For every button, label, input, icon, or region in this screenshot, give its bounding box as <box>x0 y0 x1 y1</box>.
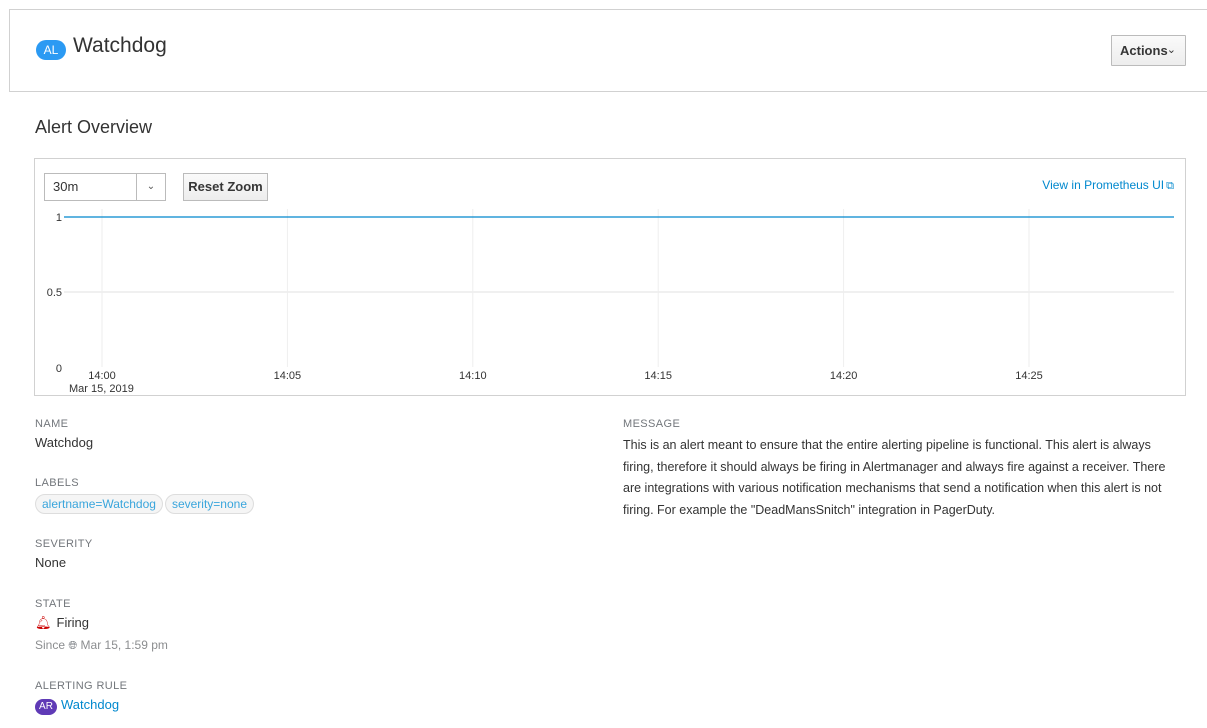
alerting-rule-row: AR Watchdog <box>35 697 127 715</box>
label-severity[interactable]: severity=none <box>164 494 254 514</box>
x-tick-date-label: Mar 15, 2019 <box>69 383 134 395</box>
prometheus-link-label: View in Prometheus UI <box>1042 178 1165 192</box>
message-section: Message This is an alert meant to ensure… <box>623 418 1183 521</box>
section-title: Alert Overview <box>35 117 153 137</box>
globe-icon: 🌐︎ <box>68 640 78 652</box>
message-label: Message <box>623 418 681 430</box>
alert-resource-badge: AL <box>36 40 66 60</box>
alerting-rule-badge: AR <box>35 699 57 715</box>
x-tick-label: 14:10 <box>459 370 487 382</box>
bell-icon: 🔔︎ <box>35 615 52 630</box>
name-value: Watchdog <box>35 435 94 450</box>
since-value: Mar 15, 1:59 pm <box>80 638 168 652</box>
prometheus-ui-link[interactable]: View in Prometheus UI ⧉ <box>1042 178 1174 193</box>
since-prefix: Since <box>35 638 66 652</box>
state-group: State 🔔︎ Firing Since 🌐︎ Mar 15, 1:59 pm <box>35 598 168 653</box>
severity-value: None <box>35 555 67 570</box>
state-value: Firing <box>56 615 90 630</box>
alerting-rule-label: Alerting Rule <box>35 680 128 692</box>
reset-zoom-button[interactable]: Reset Zoom <box>183 173 268 201</box>
alerting-rule-group: Alerting Rule AR Watchdog <box>35 680 127 715</box>
chevron-down-icon: ⌄ <box>1166 44 1176 56</box>
graph-card: 0 0.5 1 14:00 14:05 14:10 14:15 14:20 14:25 Mar 1… <box>34 158 1186 396</box>
name-label: Name <box>35 418 69 430</box>
severity-group: Severity None <box>35 538 93 570</box>
x-tick-label: 14:20 <box>830 370 858 382</box>
y-tick-label: 0 <box>56 363 62 375</box>
time-range-dropdown[interactable]: 30m ⌄ <box>44 173 166 201</box>
severity-label: Severity <box>35 538 93 550</box>
labels-label: Labels <box>35 477 79 489</box>
since-row: Since 🌐︎ Mar 15, 1:59 pm <box>35 638 168 653</box>
actions-label: Actions <box>1120 43 1168 58</box>
alerting-rule-link[interactable]: Watchdog <box>61 697 119 712</box>
page-header: AL Watchdog Actions ⌄ <box>9 9 1207 92</box>
x-tick-label: 14:00 <box>88 370 116 382</box>
actions-button[interactable]: Actions ⌄ <box>1111 35 1186 66</box>
x-tick-label: 14:25 <box>1015 370 1043 382</box>
y-tick-label: 0.5 <box>47 287 62 299</box>
time-range-value: 30m <box>53 179 79 194</box>
x-tick-label: 14:05 <box>274 370 302 382</box>
labels-list: alertname=Watchdog severity=none <box>35 494 256 514</box>
state-label: State <box>35 598 71 610</box>
x-tick-label: 14:15 <box>644 370 672 382</box>
chevron-down-icon: ⌄ <box>136 174 165 200</box>
external-link-icon: ⧉ <box>1166 180 1174 192</box>
y-tick-label: 1 <box>56 212 62 224</box>
labels-group: Labels alertname=Watchdog severity=none <box>35 477 256 514</box>
label-alertname[interactable]: alertname=Watchdog <box>35 494 163 514</box>
name-group: Name Watchdog <box>35 418 93 450</box>
page-title: Watchdog <box>73 34 167 57</box>
state-value-row: 🔔︎ Firing <box>35 615 168 631</box>
message-text: This is an alert meant to ensure that th… <box>623 438 1166 517</box>
